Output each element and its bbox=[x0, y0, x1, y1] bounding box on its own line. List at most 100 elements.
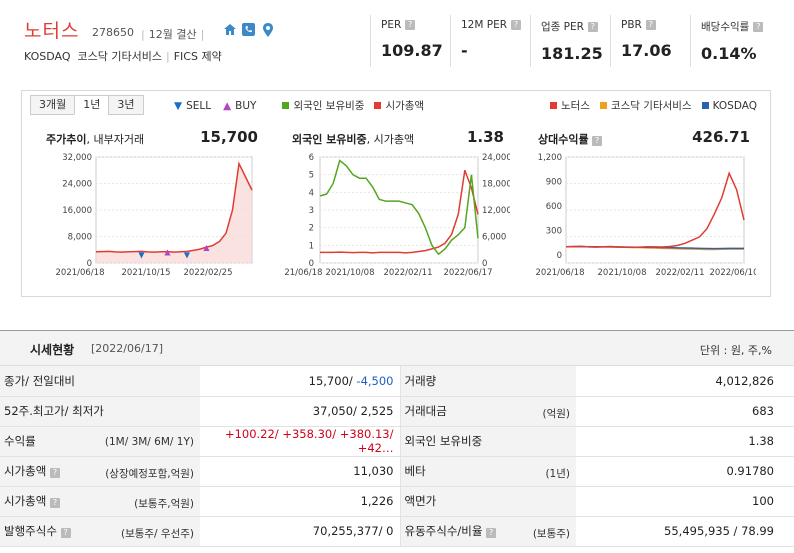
help-icon[interactable]: ? bbox=[753, 21, 764, 32]
chart-section: 3개월 1년 3년 ▼ SELL ▲ BUY 외국인 보유비중 시가총액 노터스 코… bbox=[21, 90, 771, 297]
y-tick-label-left: 6 bbox=[309, 153, 314, 163]
company-name: 노터스 bbox=[24, 20, 80, 42]
legend-swatch bbox=[701, 102, 709, 109]
legend-right: 노터스 코스닥 기타서비스 KOSDAQ bbox=[550, 98, 757, 113]
row-value: 0.91780 bbox=[576, 456, 794, 487]
x-tick-label: 2021/06/18 bbox=[536, 268, 585, 278]
row-label: 발행주식수 ? (보통주/ 우선주) bbox=[0, 516, 200, 547]
legend-swatch bbox=[374, 102, 382, 109]
table-row: 시가총액 ? (보통주,억원) 1,226 액면가 100 bbox=[0, 486, 794, 517]
relative-return-panel: 상대수익률 ? 426.71 1,200 900 600 300 0 2021/06/18… bbox=[530, 123, 757, 291]
header-icons bbox=[222, 22, 275, 37]
market-label: KOSDAQ bbox=[24, 50, 71, 63]
tab-1y[interactable]: 1년 bbox=[74, 95, 110, 115]
row-value: 1,226 bbox=[200, 486, 400, 517]
help-icon[interactable]: ? bbox=[60, 528, 71, 538]
y-tick-label: 600 bbox=[546, 202, 562, 212]
legend-sector: 코스닥 기타서비스 bbox=[610, 100, 692, 112]
y-tick-label-right: 18,000 bbox=[482, 180, 510, 190]
buy-marker: ▲ bbox=[164, 248, 171, 257]
metric-label: 배당수익률 bbox=[701, 21, 750, 33]
legend-left: ▼ SELL ▲ BUY 외국인 보유비중 시가총액 bbox=[174, 98, 424, 113]
row-value: 683 bbox=[576, 396, 794, 427]
foreign-chart[interactable]: 654321024,00018,00012,0006,00002021/06/1… bbox=[284, 151, 510, 291]
section-date: [2022/06/17] bbox=[91, 342, 163, 355]
metric-sector-per: 업종 PER? 181.25 bbox=[530, 15, 610, 67]
x-tick-label: 2021/06/18 bbox=[56, 268, 105, 278]
row-label: 52주.최고가/ 최저가 bbox=[0, 396, 200, 427]
row-value: 4,012,826 bbox=[576, 366, 794, 397]
y-tick-label-right: 6,000 bbox=[482, 233, 506, 243]
legend-swatch bbox=[550, 102, 557, 109]
row-label: 거래량 bbox=[399, 366, 576, 397]
legend-swatch bbox=[282, 102, 290, 109]
legend-company: 노터스 bbox=[561, 100, 590, 112]
panel-title: 주가추이, 내부자거래 bbox=[46, 133, 145, 146]
panel-value: 1.38 bbox=[466, 128, 504, 146]
stock-header: 노터스 278650 | 12월 결산 | KOSDAQ 코스닥 기타서비스 | FIC… bbox=[0, 0, 794, 80]
help-icon[interactable]: ? bbox=[405, 20, 416, 30]
location-icon[interactable] bbox=[260, 22, 275, 37]
table-row: 발행주식수 ? (보통주/ 우선주) 70,255,377/ 0 유동주식수/비율… bbox=[0, 516, 794, 547]
help-icon[interactable]: ? bbox=[592, 136, 603, 146]
row-value: 1.38 bbox=[576, 426, 794, 457]
x-tick-label: 2022/06/10 bbox=[710, 268, 757, 278]
y-tick-label-left: 2 bbox=[309, 224, 314, 234]
help-icon[interactable]: ? bbox=[511, 20, 522, 30]
tab-3y[interactable]: 3년 bbox=[108, 95, 144, 115]
sell-marker-icon: ▼ bbox=[174, 99, 183, 112]
buy-marker-icon: ▲ bbox=[223, 99, 232, 112]
x-tick-label: 2021/10/08 bbox=[598, 268, 647, 278]
y-tick-label: 32,000 bbox=[62, 153, 92, 163]
row-label: 유동주식수/비율 ? (보통주) bbox=[399, 516, 576, 547]
relative-chart[interactable]: 1,200 900 600 300 0 2021/06/18 2021/10/08 2022/… bbox=[530, 151, 757, 291]
panel-title: 상대수익률 ? bbox=[538, 131, 603, 147]
help-icon[interactable]: ? bbox=[645, 20, 656, 30]
help-icon[interactable]: ? bbox=[49, 498, 60, 508]
fics-label: FICS 제약 bbox=[173, 50, 222, 63]
sell-marker: ▼ bbox=[138, 250, 145, 259]
legend-kosdaq: KOSDAQ bbox=[712, 99, 758, 112]
price-trend-panel: 주가추이, 내부자거래 15,700 32,000 24,000 16,000 8,0… bbox=[38, 123, 264, 291]
metric-12m-per: 12M PER? - bbox=[450, 15, 530, 67]
metric-pbr: PBR? 17.06 bbox=[610, 15, 690, 67]
row-value: 100 bbox=[576, 486, 794, 517]
y-tick-label-right: 24,000 bbox=[482, 153, 510, 163]
help-icon[interactable]: ? bbox=[486, 528, 497, 538]
panel-title: 외국인 보유비중, 시가총액 bbox=[292, 133, 415, 146]
y-tick-label: 8,000 bbox=[68, 233, 92, 243]
panel-value: 426.71 bbox=[692, 128, 750, 146]
plot-frame bbox=[319, 156, 479, 264]
market-status-section: 시세현황 [2022/06/17] 단위 : 원, 주,% 종가/ 전일대비 1… bbox=[0, 330, 794, 547]
price-chart[interactable]: 32,00024,00016,0008,00002021/06/18 2021/1… bbox=[38, 151, 264, 291]
x-tick-label: 2022/06/17 bbox=[444, 268, 493, 278]
row-value: 55,495,935 / 78.99 bbox=[576, 516, 794, 547]
y-tick-label-left: 5 bbox=[309, 171, 314, 181]
row-label: 거래대금 (억원) bbox=[399, 396, 576, 427]
y-tick-label-left: 1 bbox=[309, 241, 314, 251]
valuation-metrics: PER? 109.87 12M PER? - 업종 PER? 181.25 PBR? 1… bbox=[370, 15, 770, 67]
fiscal-info: | 12월 결산 | bbox=[141, 28, 205, 41]
metric-label: PER bbox=[381, 19, 402, 31]
row-value: 11,030 bbox=[200, 456, 400, 487]
phone-icon[interactable] bbox=[241, 22, 256, 37]
fiscal-label: 12월 결산 bbox=[148, 28, 197, 41]
tab-3m[interactable]: 3개월 bbox=[30, 95, 76, 115]
y-tick-label: 16,000 bbox=[62, 206, 92, 216]
panel-value: 15,700 bbox=[200, 128, 258, 146]
metric-value: 109.87 bbox=[381, 41, 443, 60]
x-tick-label: 2022/02/11 bbox=[656, 268, 705, 278]
legend-buy: BUY bbox=[235, 99, 257, 112]
row-label: 시가총액 ? (상장예정포함,억원) bbox=[0, 456, 200, 487]
table-row: 52주.최고가/ 최저가 37,050/ 2,525 거래대금 (억원) 683 bbox=[0, 396, 794, 427]
home-icon[interactable] bbox=[222, 22, 237, 37]
help-icon[interactable]: ? bbox=[587, 21, 598, 32]
metric-value: - bbox=[461, 41, 468, 60]
period-tabs: 3개월 1년 3년 bbox=[30, 95, 144, 115]
legend-foreign: 외국인 보유비중 bbox=[293, 100, 365, 112]
market-info: KOSDAQ 코스닥 기타서비스 | FICS 제약 bbox=[24, 50, 222, 63]
y-tick-label: 900 bbox=[546, 177, 562, 187]
foreign-ownership-panel: 외국인 보유비중, 시가총액 1.38 6 5 4 3 2 1 0 24,000 18,000 1… bbox=[284, 123, 510, 291]
sector-label: 코스닥 기타서비스 bbox=[77, 50, 162, 63]
help-icon[interactable]: ? bbox=[49, 468, 60, 478]
